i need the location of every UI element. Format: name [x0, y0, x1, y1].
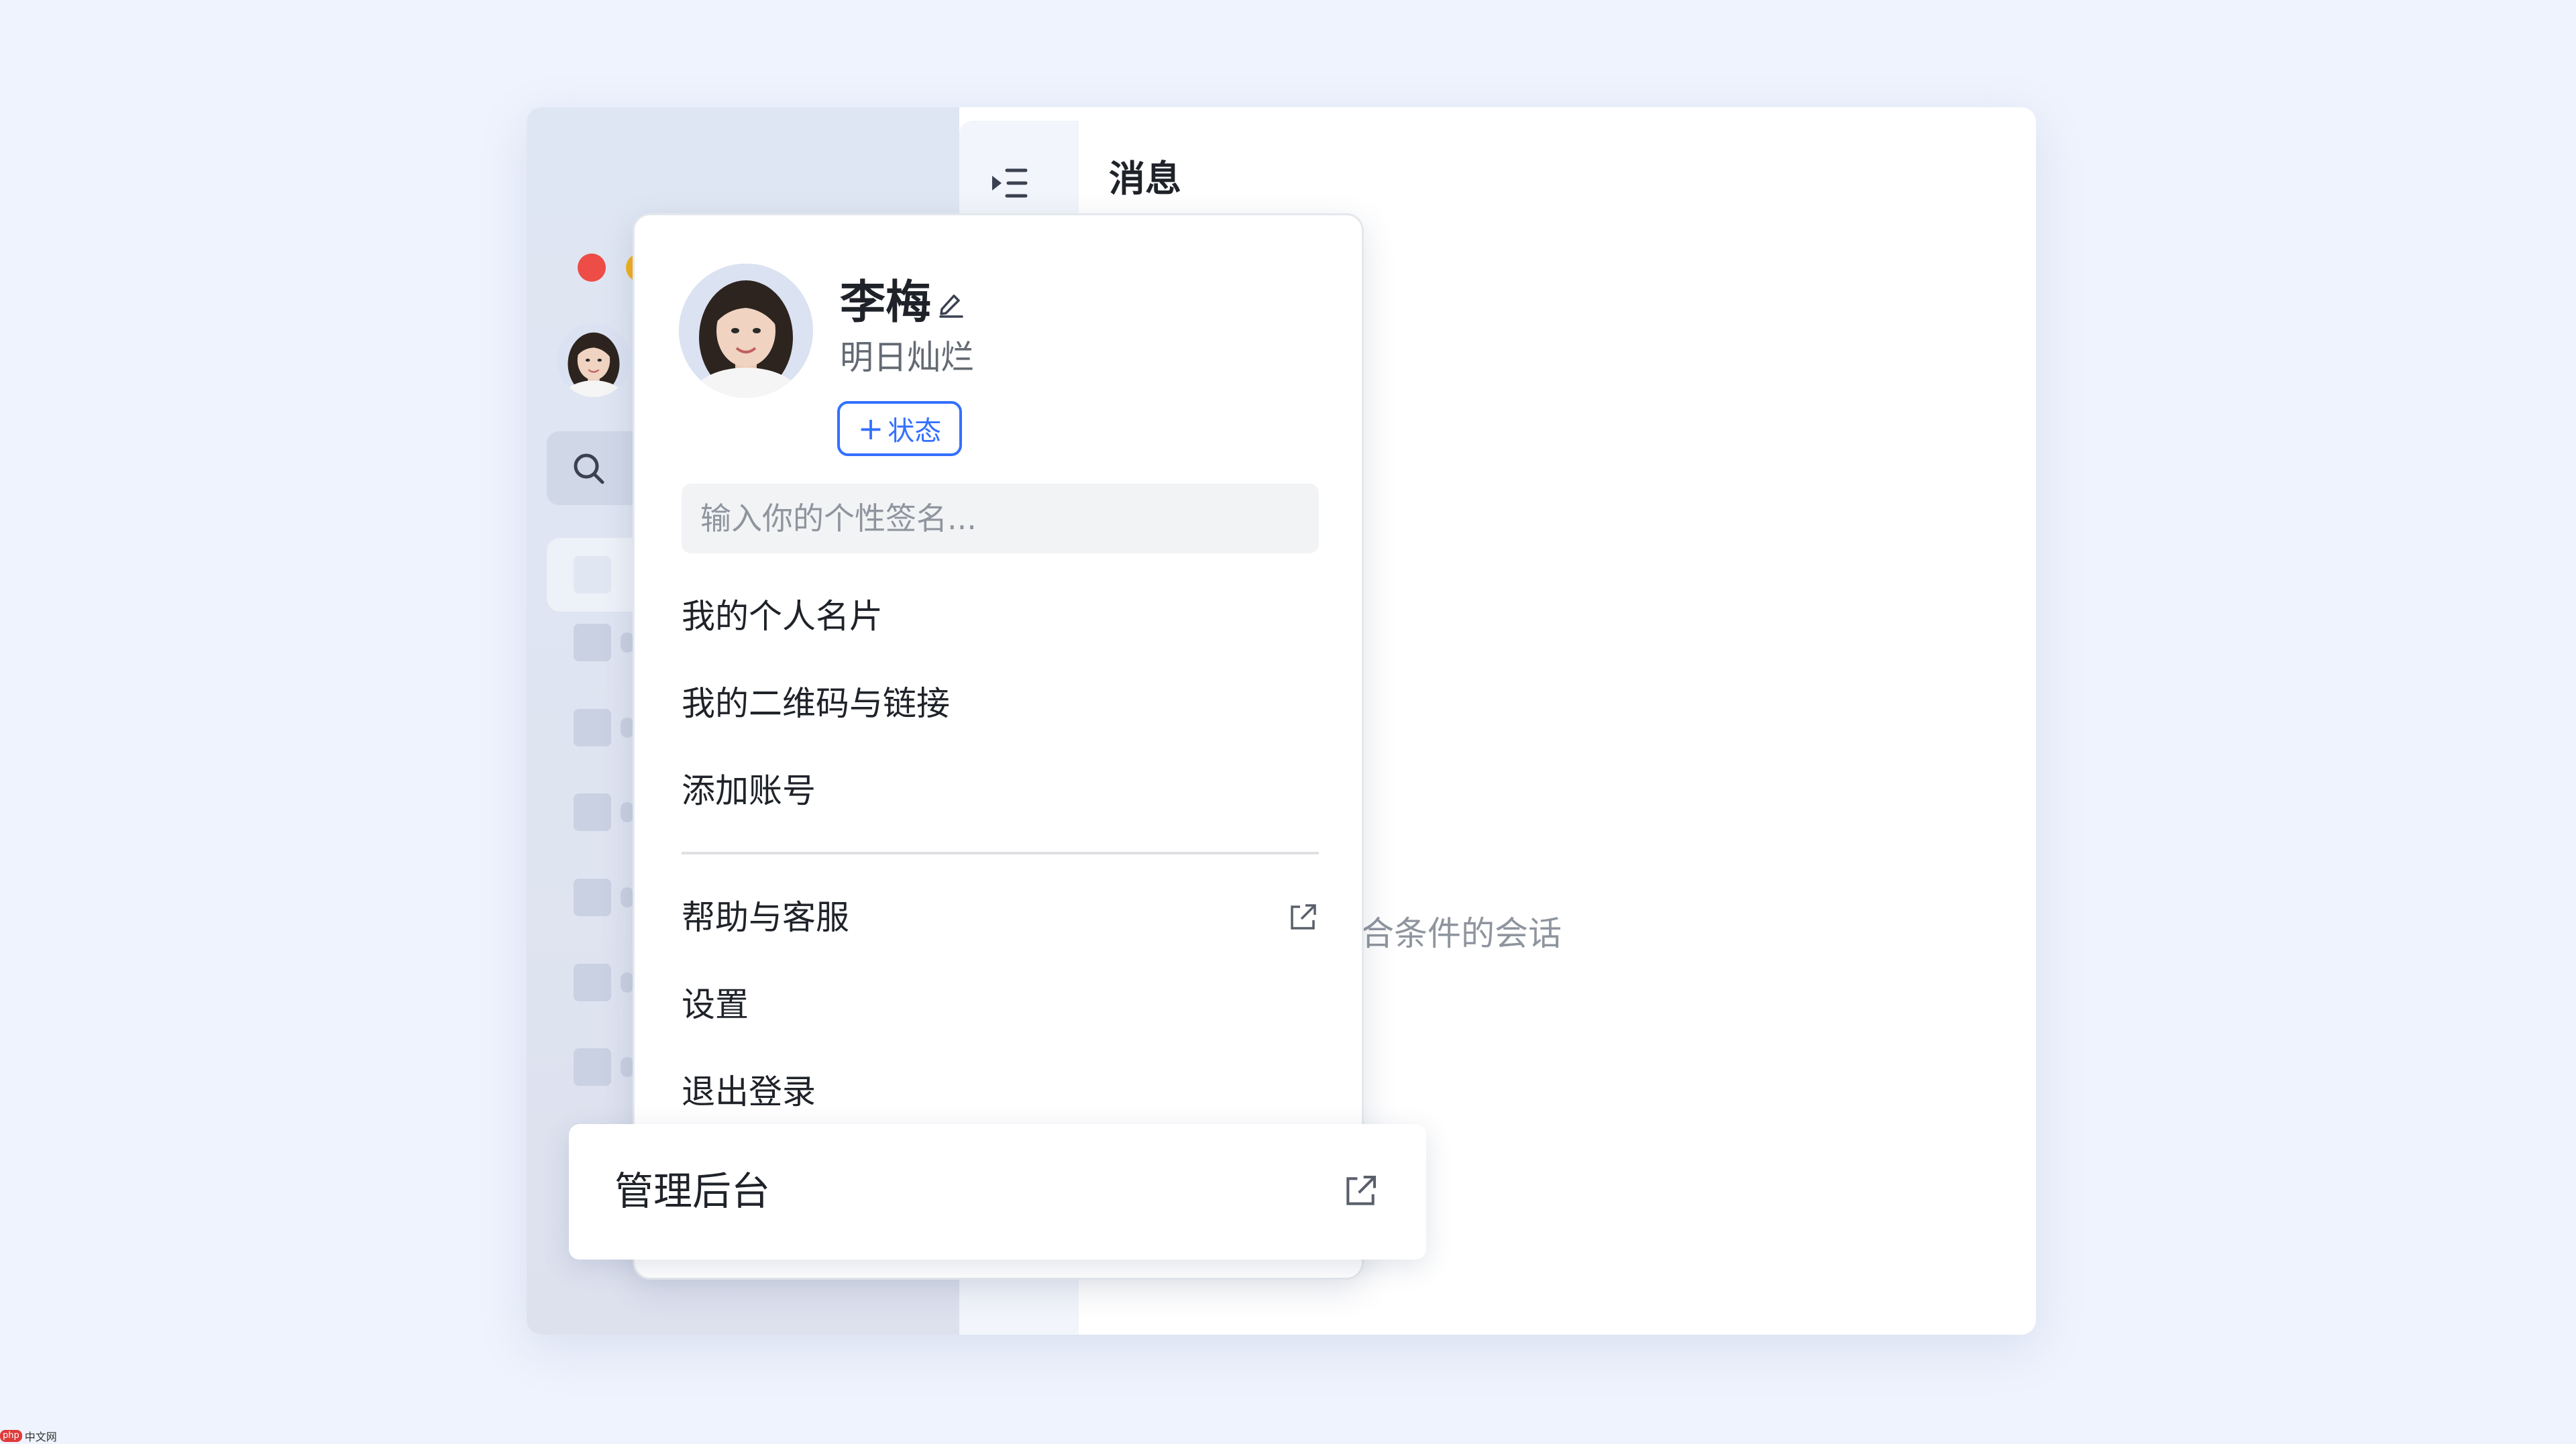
watermark-text: 中文网 — [24, 1431, 57, 1443]
signature-input[interactable] — [682, 484, 1319, 553]
sidebar-item-icon[interactable] — [574, 879, 611, 916]
watermark-logo: php — [0, 1430, 22, 1442]
admin-console-button[interactable]: 管理后台 — [569, 1124, 1426, 1260]
sidebar-item-label-placeholder — [621, 973, 634, 993]
plus-icon: + — [857, 410, 884, 447]
sidebar-item-icon[interactable] — [574, 1048, 611, 1086]
menu-item-qr-code[interactable]: 我的二维码与链接 — [682, 670, 1319, 737]
sidebar-item-icon[interactable] — [574, 964, 611, 1001]
sidebar-item-label-placeholder — [621, 632, 634, 653]
close-window-button[interactable] — [578, 254, 606, 282]
edit-icon[interactable] — [935, 288, 966, 319]
menu-item-label: 我的二维码与链接 — [682, 684, 950, 723]
profile-subtitle: 明日灿烂 — [840, 338, 974, 377]
menu-divider — [682, 852, 1319, 854]
message-icon — [574, 556, 611, 594]
search-icon — [574, 453, 604, 484]
menu-item-label: 退出登录 — [682, 1072, 816, 1111]
sidebar-item-label-placeholder — [621, 1057, 634, 1077]
menu-item-add-account[interactable]: 添加账号 — [682, 757, 1319, 824]
watermark: php 中文网 — [0, 1429, 57, 1443]
menu-item-label: 设置 — [682, 985, 749, 1024]
status-button-label: 状态 — [888, 416, 942, 447]
sidebar-item-icon[interactable] — [574, 709, 611, 746]
external-link-icon — [1346, 1175, 1377, 1205]
user-avatar-icon — [557, 323, 631, 397]
menu-item-label: 我的个人名片 — [682, 597, 883, 636]
menu-item-business-card[interactable]: 我的个人名片 — [682, 583, 1319, 650]
menu-item-help[interactable]: 帮助与客服 — [682, 884, 1319, 951]
admin-console-label: 管理后台 — [614, 1168, 771, 1214]
sidebar-item-label-placeholder — [621, 887, 634, 907]
profile-avatar[interactable] — [679, 264, 813, 398]
expand-sidebar-icon[interactable] — [988, 162, 1030, 204]
sidebar-item-label-placeholder — [621, 718, 634, 738]
page-title: 消息 — [1109, 158, 1181, 200]
menu-item-settings[interactable]: 设置 — [682, 971, 1319, 1038]
sidebar-item-label-placeholder — [621, 802, 634, 822]
sidebar-avatar[interactable] — [557, 323, 631, 397]
sidebar-item-icon[interactable] — [574, 793, 611, 831]
menu-item-label: 添加账号 — [682, 771, 816, 810]
profile-name: 李梅 — [840, 276, 932, 329]
menu-item-logout[interactable]: 退出登录 — [682, 1058, 1319, 1125]
profile-popup: 李梅 明日灿烂 + 状态 我的个人名片我的二维码与链接添加账号帮助与客服设置退出… — [633, 213, 1364, 1280]
add-status-button[interactable]: + 状态 — [837, 401, 962, 456]
user-avatar-icon — [679, 264, 813, 398]
external-link-icon — [1291, 904, 1316, 930]
menu-item-label: 帮助与客服 — [682, 898, 849, 937]
sidebar-item-icon[interactable] — [574, 624, 611, 661]
